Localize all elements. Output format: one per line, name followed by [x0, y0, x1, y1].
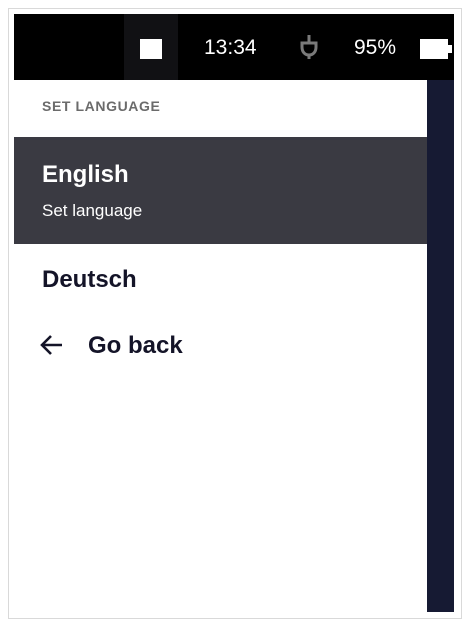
menu-header: SET LANGUAGE: [42, 98, 161, 114]
go-back-label: Go back: [88, 332, 183, 359]
battery-icon: [420, 39, 448, 59]
battery-percent: 95%: [354, 36, 397, 59]
status-square-container: [124, 14, 178, 80]
status-bar: 13:34 95%: [14, 14, 454, 80]
scrollbar-track[interactable]: [427, 80, 454, 612]
language-option-english[interactable]: English Set language: [14, 137, 427, 244]
device-screen: 13:34 95% SET LANGUAGE English Set langu…: [14, 14, 454, 612]
language-option-deutsch[interactable]: Deutsch: [14, 250, 427, 306]
go-back-button[interactable]: Go back: [14, 316, 427, 372]
language-option-subtitle: Set language: [42, 201, 143, 220]
language-option-title: English: [42, 161, 129, 188]
power-plug-icon: [300, 35, 318, 59]
square-icon: [140, 39, 162, 59]
language-option-label: Deutsch: [42, 266, 137, 293]
arrow-left-icon: [40, 335, 62, 355]
battery-tip: [448, 45, 452, 53]
status-time: 13:34: [204, 36, 257, 59]
